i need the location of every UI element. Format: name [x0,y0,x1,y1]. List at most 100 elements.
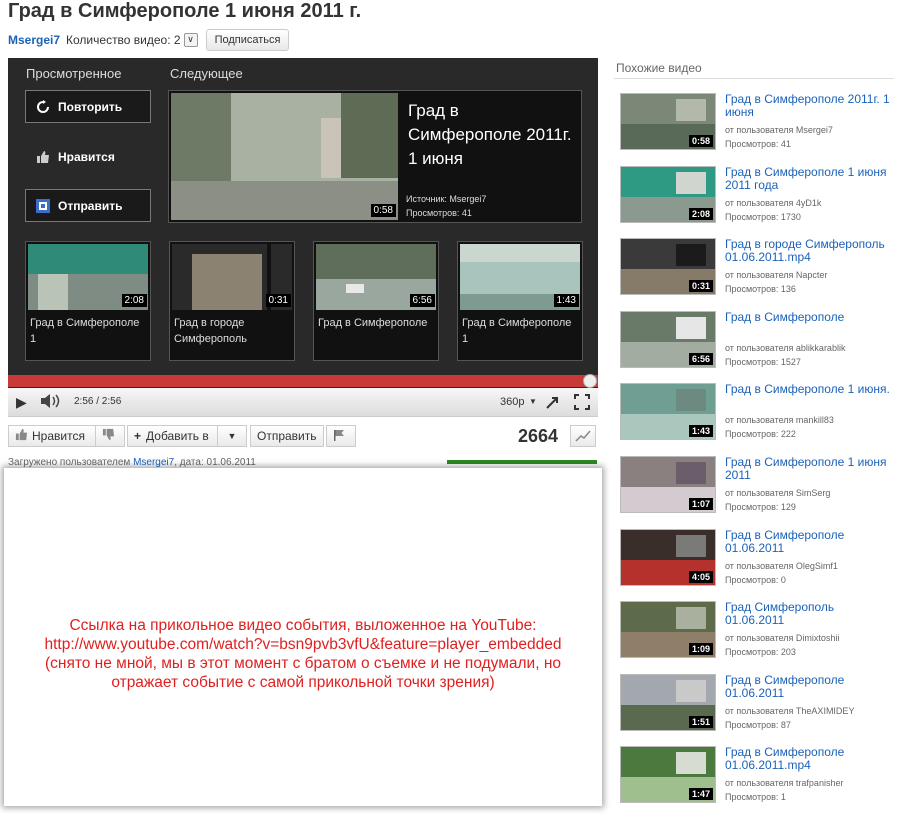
description-line: Ссылка на прикольное видео события, выло… [69,617,537,634]
like-label: Нравится [58,149,115,164]
related-thumbnail[interactable]: 1:07 [620,456,716,513]
related-views: Просмотров: 1730 [725,211,801,222]
related-thumbnail[interactable]: 2:08 [620,165,716,223]
related-item[interactable]: 1:09 Град Симферополь 01.06.2011 от пользо… [620,601,900,669]
subscribe-button[interactable]: Подписаться [205,29,290,51]
endcard-share-button[interactable]: Отправить [25,189,151,222]
progress-bar[interactable] [8,375,598,387]
chevron-down-icon[interactable]: ∨ [183,33,198,47]
stats-button[interactable] [570,425,596,447]
uploader-link[interactable]: Msergei7 [133,457,174,468]
related-item[interactable]: 6:56 Град в Симферополе от пользователя ab… [620,310,900,379]
related-views: Просмотров: 0 [725,574,786,585]
progress-handle[interactable] [583,374,597,388]
related-duration: 1:09 [688,643,713,656]
quality-selector[interactable]: 360p [500,396,524,408]
related-item[interactable]: 1:43 Град в Симферополе 1 июня. от пользов… [620,383,900,451]
view-count: 2664 [518,426,559,446]
related-thumbnail[interactable]: 1:51 [620,673,716,731]
related-title[interactable]: Град в городе Симферополь 01.06.2011.mp4 [725,238,895,264]
replay-button[interactable]: Повторить [25,90,151,123]
related-views: Просмотров: 222 [725,429,796,440]
related-thumbnail[interactable]: 6:56 [620,310,716,368]
volume-icon[interactable] [40,393,62,414]
grid-video-duration: 6:56 [409,294,435,307]
description-text: Ссылка на прикольное видео события, выло… [4,616,602,692]
dislike-button[interactable] [95,425,125,447]
replay-label: Повторить [58,99,123,114]
chevron-down-icon: ▼ [227,431,237,441]
related-duration: 1:51 [688,715,713,728]
related-item[interactable]: 0:58 Град в Симферополе 2011г. 1 июня от п… [620,93,900,161]
related-author: от пользователя Msergei7 [725,125,833,135]
related-title[interactable]: Град в Симферополе [725,310,895,324]
related-title[interactable]: Град в Симферополе 01.06.2011 [725,528,895,555]
related-author: от пользователя SimSerg [725,488,831,498]
grid-video-card[interactable]: 2:08 Град в Симферополе 1 [25,241,151,361]
related-author: от пользователя Napcter [725,270,828,281]
related-header: Похожие видео [616,61,702,75]
chart-icon [575,430,591,442]
grid-video-duration: 1:43 [553,294,579,307]
add-to-button[interactable]: + Добавить в [127,425,223,447]
related-views: Просмотров: 1527 [725,356,801,367]
share-icon [36,198,50,213]
related-author: от пользователя trafpanisher [725,778,844,789]
related-duration: 1:47 [688,788,713,801]
next-video-source: Источник: Msergei7 [406,194,487,204]
replay-icon [36,99,50,114]
related-title[interactable]: Град в Симферополе 1 июня 2011 [725,456,895,482]
like-label: Нравится [32,429,85,443]
related-thumbnail[interactable]: 4:05 [620,528,716,586]
thumbs-up-icon [36,150,50,164]
related-thumbnail[interactable]: 0:31 [620,238,716,296]
related-duration: 6:56 [688,352,713,365]
like-button[interactable]: Нравится [8,425,102,447]
thumbs-up-icon [15,428,28,444]
related-title[interactable]: Град в Симферополе 2011г. 1 июня [725,93,895,119]
related-views: Просмотров: 41 [725,139,791,149]
owner-link[interactable]: Msergei7 [8,33,60,47]
flag-button[interactable] [326,425,356,447]
related-thumbnail[interactable]: 0:58 [620,93,716,150]
related-title[interactable]: Град в Симферополе 01.06.2011 [725,673,895,700]
endcard-like-button[interactable]: Нравится [25,140,151,173]
upload-date: , дата: 01.06.2011 [174,457,256,468]
related-title[interactable]: Град в Симферополе 1 июня 2011 года [725,165,895,192]
video-player[interactable]: Просмотренное Следующее Повторить Нравит… [8,58,598,388]
next-video-title: Град в Симферополе 2011г. 1 июня [408,101,572,168]
related-item[interactable]: 0:31 Град в городе Симферополь 01.06.2011… [620,238,900,306]
related-item[interactable]: 2:08 Град в Симферополе 1 июня 2011 года о… [620,165,900,234]
page-title: Град в Симферополе 1 июня 2011 г. [8,0,362,22]
related-item[interactable]: 1:51 Град в Симферополе 01.06.2011 от поль… [620,673,900,742]
add-to-label: Добавить в [146,429,209,443]
grid-video-title: Град в городе Симферополь [174,317,248,345]
rating-bar [447,460,597,464]
related-author: от пользователя ablikkarablik [725,342,846,353]
description-line: отражает событие с самой прикольной точк… [111,674,495,691]
plus-icon: + [134,429,142,443]
grid-video-duration: 0:31 [265,294,291,307]
related-item[interactable]: 1:07 Град в Симферополе 1 июня 2011 от пол… [620,456,900,524]
grid-video-card[interactable]: 1:43 Град в Симферополе 1 [457,241,583,361]
related-thumbnail[interactable]: 1:43 [620,383,716,441]
related-item[interactable]: 4:05 Град в Симферополе 01.06.2011 от поль… [620,528,900,597]
next-label: Следующее [170,66,243,81]
share-button[interactable]: Отправить [250,425,324,447]
related-thumbnail[interactable]: 1:47 [620,746,716,804]
grid-video-card[interactable]: 0:31 Град в городе Симферополь [169,241,295,361]
related-title[interactable]: Град в Симферополе 1 июня. [725,383,895,396]
related-thumbnail[interactable]: 1:09 [620,601,716,659]
grid-video-card[interactable]: 6:56 Град в Симферополе [313,241,439,361]
watched-label: Просмотренное [26,66,122,81]
related-title[interactable]: Град в Симферополе 01.06.2011.mp4 [725,746,895,772]
related-item[interactable]: 1:47 Град в Симферополе 01.06.2011.mp4 от … [620,746,900,814]
next-video-card[interactable]: 0:58 Град в Симферополе 2011г. 1 июня Ис… [168,90,582,223]
grid-video-title: Град в Симферополе 1 [462,317,572,345]
related-title[interactable]: Град Симферополь 01.06.2011 [725,601,895,627]
popout-icon[interactable] [545,394,561,415]
add-to-dropdown[interactable]: ▼ [217,425,247,447]
quality-arrow-icon: ▼ [529,397,537,406]
play-icon[interactable]: ▶ [16,394,27,411]
fullscreen-icon[interactable] [574,394,590,415]
